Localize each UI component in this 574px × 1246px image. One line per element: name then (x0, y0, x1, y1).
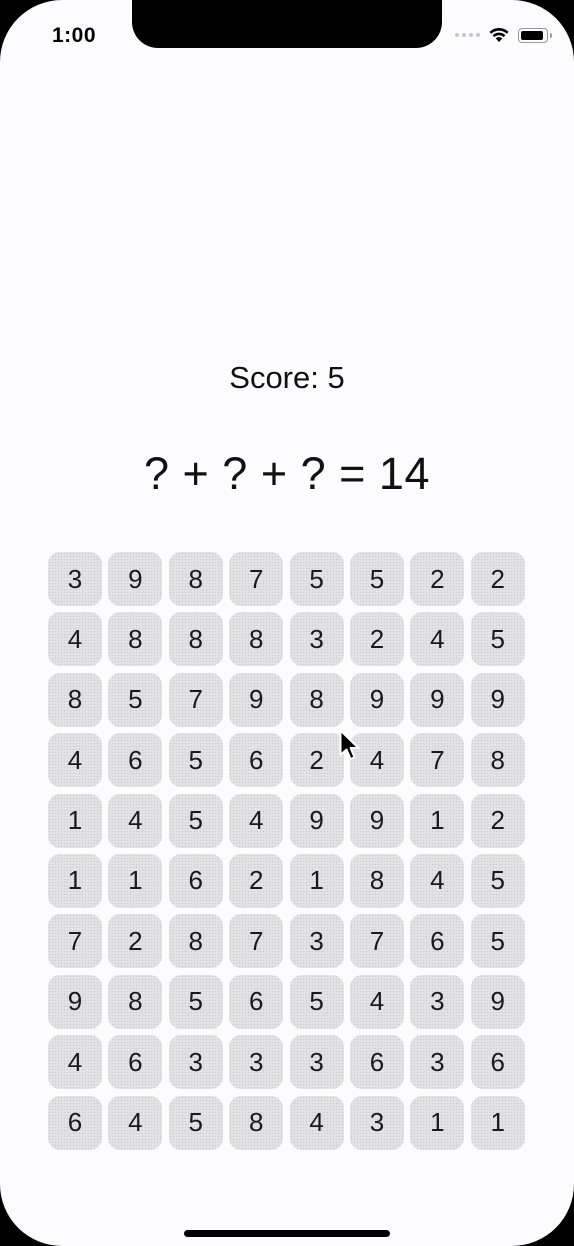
number-tile[interactable]: 5 (289, 974, 344, 1029)
number-tile[interactable]: 7 (48, 914, 102, 969)
number-tile[interactable]: 8 (108, 612, 163, 667)
number-tile[interactable]: 1 (410, 1095, 465, 1150)
number-tile[interactable]: 8 (168, 914, 223, 969)
number-tile[interactable]: 5 (108, 672, 163, 727)
number-tile[interactable]: 6 (108, 1035, 163, 1090)
number-tile[interactable]: 9 (108, 552, 163, 606)
number-tile[interactable]: 6 (410, 914, 465, 969)
equation-prompt: ? + ? + ? = 14 (144, 448, 430, 499)
status-time: 1:00 (52, 24, 97, 47)
number-tile[interactable]: 8 (289, 672, 344, 727)
number-tile[interactable]: 4 (410, 612, 465, 667)
number-tile[interactable]: 9 (48, 974, 102, 1029)
number-tile[interactable]: 3 (410, 974, 465, 1029)
number-tile[interactable]: 5 (168, 974, 223, 1029)
number-tile[interactable]: 3 (349, 1095, 404, 1150)
number-tile[interactable]: 6 (470, 1035, 525, 1090)
number-tile[interactable]: 8 (229, 1095, 284, 1150)
number-tile[interactable]: 3 (48, 552, 102, 606)
number-tile[interactable]: 9 (410, 672, 465, 727)
number-tile[interactable]: 7 (229, 552, 284, 606)
number-tile[interactable]: 1 (410, 793, 465, 848)
number-tile[interactable]: 4 (48, 612, 102, 667)
number-tile[interactable]: 4 (289, 1095, 344, 1150)
number-tile[interactable]: 2 (289, 733, 344, 788)
wifi-icon (488, 27, 510, 43)
number-tile[interactable]: 8 (108, 974, 163, 1029)
number-tile[interactable]: 5 (168, 733, 223, 788)
device-notch (132, 0, 442, 48)
number-tile[interactable]: 1 (108, 853, 163, 908)
number-tile[interactable]: 4 (48, 733, 102, 788)
number-tile[interactable]: 3 (289, 914, 344, 969)
number-tile[interactable]: 5 (168, 1095, 223, 1150)
number-tile[interactable]: 9 (349, 793, 404, 848)
number-tile[interactable]: 4 (108, 793, 163, 848)
number-tile[interactable]: 8 (470, 733, 525, 788)
number-tile[interactable]: 2 (229, 853, 284, 908)
home-indicator[interactable] (184, 1230, 390, 1237)
number-tile[interactable]: 4 (229, 793, 284, 848)
number-tile[interactable]: 5 (470, 914, 525, 969)
number-tile[interactable]: 5 (168, 793, 223, 848)
number-tile[interactable]: 3 (168, 1035, 223, 1090)
number-tile[interactable]: 2 (108, 914, 163, 969)
number-tile[interactable]: 4 (410, 853, 465, 908)
number-tile[interactable]: 9 (470, 672, 525, 727)
number-tile[interactable]: 8 (168, 552, 223, 606)
number-tile[interactable]: 5 (470, 853, 525, 908)
number-tile[interactable]: 8 (168, 612, 223, 667)
score-label: Score: 5 (229, 360, 345, 395)
number-tile[interactable]: 2 (470, 552, 525, 606)
number-tile[interactable]: 6 (229, 974, 284, 1029)
number-tile[interactable]: 8 (229, 612, 284, 667)
number-tile[interactable]: 7 (349, 914, 404, 969)
number-tile[interactable]: 7 (410, 733, 465, 788)
phone-screen: 1:00 Score: 5 ? + ? + ? = 14 39875522488… (0, 0, 574, 1246)
number-tile[interactable]: 5 (470, 612, 525, 667)
battery-icon (518, 27, 552, 43)
number-tile[interactable]: 6 (229, 733, 284, 788)
number-tile[interactable]: 9 (349, 672, 404, 727)
number-tile[interactable]: 8 (349, 853, 404, 908)
number-tile[interactable]: 3 (289, 612, 344, 667)
number-tile[interactable]: 3 (410, 1035, 465, 1090)
number-tile[interactable]: 6 (108, 733, 163, 788)
number-tile[interactable]: 1 (470, 1095, 525, 1150)
number-tile[interactable]: 3 (289, 1035, 344, 1090)
number-tile[interactable]: 1 (289, 853, 344, 908)
number-tile[interactable]: 6 (168, 853, 223, 908)
number-tile[interactable]: 5 (289, 552, 344, 606)
number-tile[interactable]: 4 (349, 974, 404, 1029)
number-tile[interactable]: 9 (470, 974, 525, 1029)
number-tile[interactable]: 6 (48, 1095, 102, 1150)
number-tile[interactable]: 7 (168, 672, 223, 727)
number-tile[interactable]: 8 (48, 672, 102, 727)
number-tile[interactable]: 7 (229, 914, 284, 969)
number-tile[interactable]: 2 (349, 612, 404, 667)
number-tile[interactable]: 5 (349, 552, 404, 606)
number-tile[interactable]: 3 (229, 1035, 284, 1090)
number-tile[interactable]: 2 (410, 552, 465, 606)
number-tile[interactable]: 4 (108, 1095, 163, 1150)
number-tile[interactable]: 9 (289, 793, 344, 848)
cellular-signal-icon (455, 33, 480, 37)
number-tile[interactable]: 9 (229, 672, 284, 727)
number-tile[interactable]: 6 (349, 1035, 404, 1090)
number-tile[interactable]: 1 (48, 793, 102, 848)
number-tile[interactable]: 4 (48, 1035, 102, 1090)
number-tile[interactable]: 1 (48, 853, 102, 908)
number-tile[interactable]: 2 (470, 793, 525, 848)
number-grid: 3987552248883245857989994656247814549912… (48, 552, 525, 1150)
mouse-pointer-icon (339, 729, 361, 768)
status-icons (455, 27, 552, 43)
